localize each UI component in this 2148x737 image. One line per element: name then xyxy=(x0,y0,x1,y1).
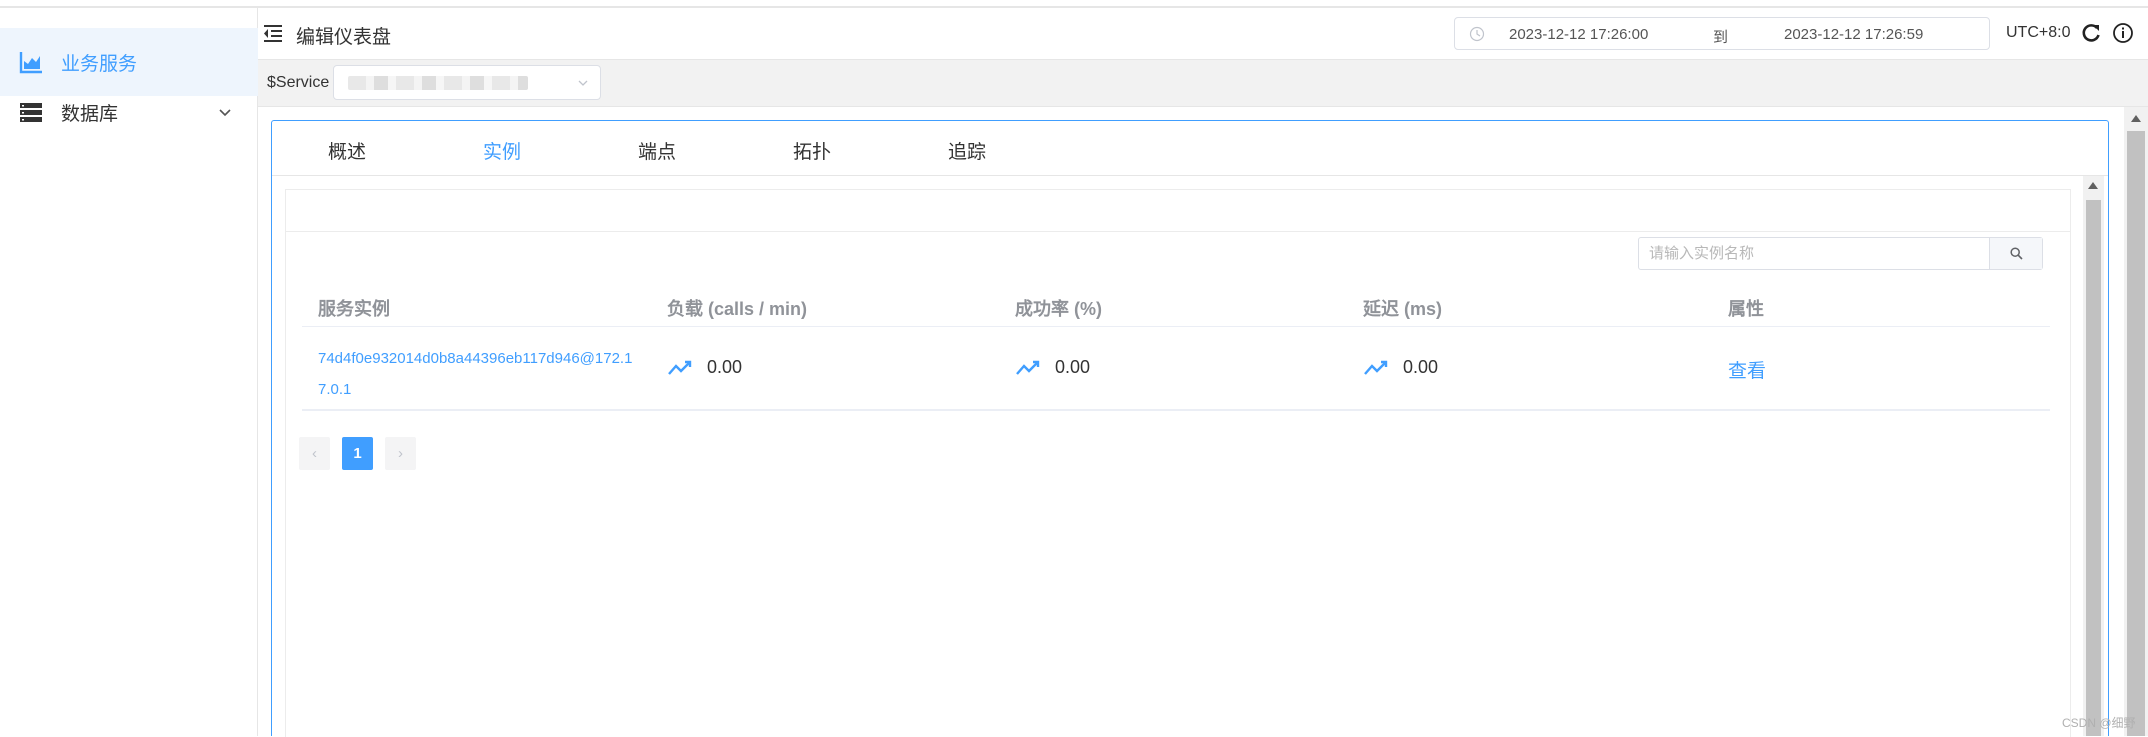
tab-topology[interactable]: 拓扑 xyxy=(793,137,831,164)
sidebar: 业务服务 数据库 xyxy=(0,8,258,736)
menu-fold-icon[interactable] xyxy=(262,23,284,43)
page-title: 编辑仪表盘 xyxy=(296,27,392,48)
prev-page-button[interactable]: ‹ xyxy=(299,437,330,470)
sidebar-item-label: 数据库 xyxy=(61,103,119,125)
scrollbar-thumb[interactable] xyxy=(2086,200,2101,736)
success-rate-cell[interactable]: 0.00 xyxy=(1015,357,1090,378)
tab-instances[interactable]: 实例 xyxy=(483,137,521,164)
instance-link[interactable]: 74d4f0e932014d0b8a44396eb117d946@172.17.… xyxy=(318,343,638,405)
latency-cell[interactable]: 0.00 xyxy=(1363,357,1438,378)
table-row: 74d4f0e932014d0b8a44396eb117d946@172.17.… xyxy=(302,327,2050,411)
sidebar-item-database[interactable]: 数据库 xyxy=(0,78,258,146)
load-cell[interactable]: 0.00 xyxy=(667,357,742,378)
service-variable-label: $Service xyxy=(267,74,330,91)
instance-search-input[interactable] xyxy=(1639,238,1989,269)
filter-bar: $Service xyxy=(258,60,2148,107)
column-header-instance: 服务实例 xyxy=(318,299,390,319)
latency-value: 0.00 xyxy=(1403,357,1439,377)
trend-line-icon xyxy=(1364,360,1388,375)
time-start[interactable]: 2023-12-12 17:26:00 xyxy=(1509,26,1648,43)
view-attributes-link[interactable]: 查看 xyxy=(1728,356,1766,383)
next-page-button[interactable]: › xyxy=(385,437,416,470)
sidebar-item-label: 业务服务 xyxy=(61,53,138,75)
database-icon xyxy=(20,103,42,122)
tab-endpoints[interactable]: 端点 xyxy=(638,137,676,164)
instance-list-widget: 服务实例 负载 (calls / min) 成功率 (%) 延迟 (ms) 属性… xyxy=(285,189,2071,737)
column-header-load: 负载 (calls / min) xyxy=(667,299,808,319)
search-button[interactable] xyxy=(1989,238,2042,269)
top-border xyxy=(0,0,2148,8)
timezone-label[interactable]: UTC+8:0 xyxy=(2006,24,2070,42)
success-rate-value: 0.00 xyxy=(1055,357,1091,377)
time-end[interactable]: 2023-12-12 17:26:59 xyxy=(1784,26,1923,43)
service-select-value-redacted xyxy=(348,76,528,90)
watermark: CSDN @细野 xyxy=(2062,716,2136,730)
chevron-down-icon xyxy=(219,109,231,117)
scrollbar-thumb[interactable] xyxy=(2127,131,2145,736)
column-header-success-rate: 成功率 (%) xyxy=(1015,299,1102,319)
header: 编辑仪表盘 2023-12-12 17:26:00 到 2023-12-12 1… xyxy=(258,8,2148,60)
refresh-icon[interactable] xyxy=(2080,22,2102,44)
page-number-current[interactable]: 1 xyxy=(342,437,373,470)
scroll-up-arrow-icon[interactable] xyxy=(2088,182,2098,189)
column-header-latency: 延迟 (ms) xyxy=(1363,299,1443,319)
area-chart-icon xyxy=(19,52,42,74)
load-value: 0.00 xyxy=(707,357,743,377)
page-scrollbar[interactable] xyxy=(2124,107,2148,736)
panel-scrollbar[interactable] xyxy=(2083,176,2104,736)
dashboard-panel: 概述 实例 端点 拓扑 追踪 服务实例 负载 (calls / min) 成功率… xyxy=(271,120,2109,737)
trend-line-icon xyxy=(668,360,692,375)
column-header-attributes: 属性 xyxy=(1728,299,1764,319)
tab-trace[interactable]: 追踪 xyxy=(948,137,986,164)
tab-bar: 概述 实例 端点 拓扑 追踪 xyxy=(272,121,2108,176)
trend-line-icon xyxy=(1016,360,1040,375)
info-icon[interactable] xyxy=(2112,22,2134,44)
instance-search xyxy=(1638,237,2043,270)
table-header: 服务实例 负载 (calls / min) 成功率 (%) 延迟 (ms) 属性 xyxy=(302,282,2050,327)
time-separator: 到 xyxy=(1713,29,1729,46)
chevron-down-icon xyxy=(578,80,588,86)
service-select[interactable] xyxy=(333,65,601,100)
clock-icon xyxy=(1469,26,1485,42)
time-range-picker[interactable]: 2023-12-12 17:26:00 到 2023-12-12 17:26:5… xyxy=(1454,17,1990,50)
tab-overview[interactable]: 概述 xyxy=(328,137,366,164)
widget-header xyxy=(286,190,2070,232)
search-icon xyxy=(2010,247,2023,260)
scroll-up-arrow-icon[interactable] xyxy=(2131,115,2141,122)
